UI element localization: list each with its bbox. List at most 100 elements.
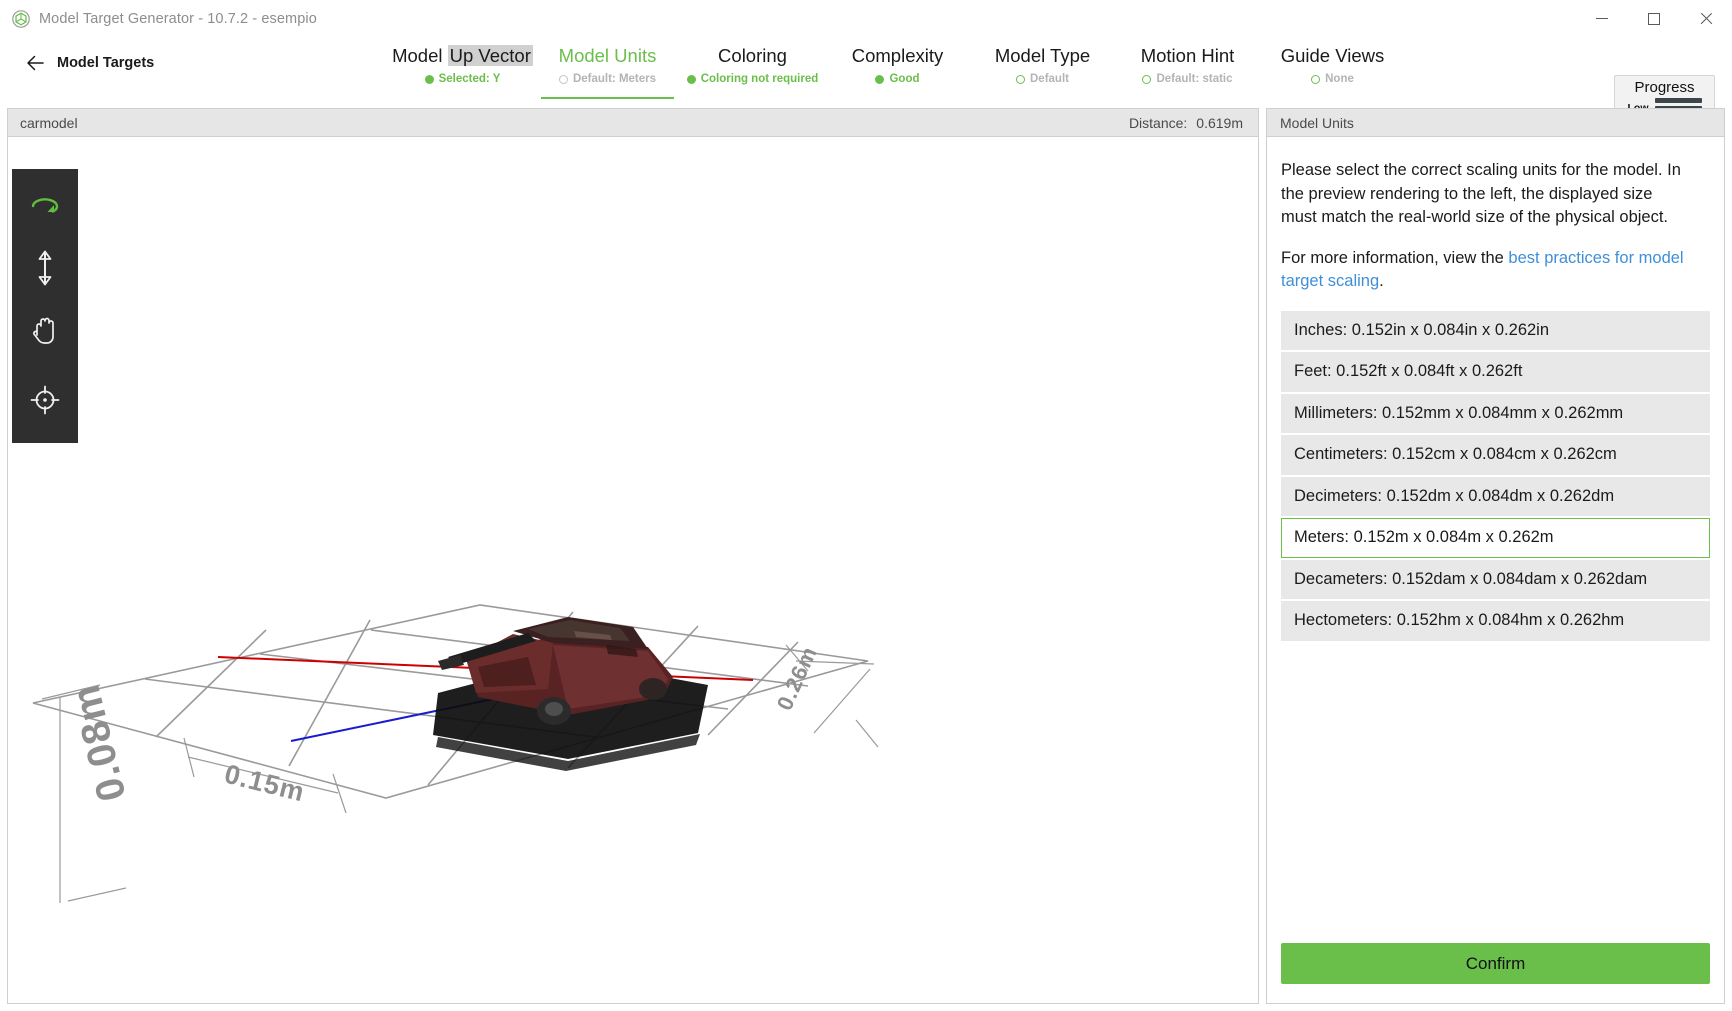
step-motion-hint[interactable]: Motion Hint Default: static [1115,37,1260,99]
viewport-header: carmodel Distance: 0.619m [8,109,1258,137]
step-status-label: Default: Meters [572,73,657,85]
best-practices-link[interactable]: best practices for model [1508,249,1683,267]
model-units-panel: Model Units Please select the correct sc… [1266,108,1725,1004]
progress-bar-1 [1654,98,1702,103]
step-status: Good [825,73,970,85]
close-icon [1699,12,1713,26]
dimension-label-depth: 0.26m [772,642,822,714]
camera-distance-readout: Distance: 0.619m [1129,115,1243,131]
step-status: Default [970,73,1115,85]
step-model-type[interactable]: Model Type Default [970,37,1115,99]
step-title: Model Type [994,45,1091,66]
step-title: Guide Views [1280,45,1385,66]
step-title: Model Up Vector [390,45,535,67]
pan-hand-tool-button[interactable] [12,301,78,363]
unit-option-decimeters[interactable]: Decimeters: 0.152dm x 0.084dm x 0.262dm [1281,476,1710,516]
step-title: Motion Hint [1140,45,1235,66]
side-panel-header: Model Units [1267,109,1724,137]
unit-option-millimeters[interactable]: Millimeters: 0.152mm x 0.084mm x 0.262mm [1281,393,1710,433]
minimize-icon [1596,17,1608,20]
minimize-button[interactable] [1576,0,1628,37]
back-label: Model Targets [57,55,155,71]
step-status: Coloring not required [680,73,825,85]
viewport-canvas[interactable]: 0.08m 0.15m 0.26m [8,137,1258,1003]
step-title: Coloring [718,45,787,66]
side-panel-body: Please select the correct scaling units … [1267,137,1724,943]
unit-option-centimeters[interactable]: Centimeters: 0.152cm x 0.084cm x 0.262cm [1281,435,1710,475]
maximize-button[interactable] [1628,0,1680,37]
car-model-mesh [433,617,708,771]
model-preview-panel: carmodel Distance: 0.619m 0.08m 0.15m 0.… [7,108,1259,1004]
step-guide-views[interactable]: Guide Views None [1260,37,1405,99]
model-name-label: carmodel [20,114,78,131]
back-to-model-targets[interactable]: Model Targets [24,52,154,74]
window-controls [1576,0,1732,37]
unit-option-meters[interactable]: Meters: 0.152m x 0.084m x 0.262m [1281,518,1710,558]
step-list: Model Up Vector Selected: Y Model Units … [390,37,1405,99]
step-coloring[interactable]: Coloring Coloring not required [680,37,825,99]
step-title: Complexity [851,45,944,66]
step-status: Selected: Y [390,73,535,85]
instructions-text: Please select the correct scaling units … [1281,159,1710,230]
status-dot-hollow-icon [1016,74,1025,84]
side-panel-title: Model Units [1280,114,1354,131]
step-status-label: Good [889,73,920,85]
step-status-label: Default [1030,73,1069,85]
crosshair-target-icon [30,385,60,420]
step-title-highlight: Up Vector [447,45,533,66]
app-window: Model Target Generator - 10.7.2 - esempi… [0,0,1732,1011]
unit-option-hectometers[interactable]: Hectometers: 0.152hm x 0.084hm x 0.262hm [1281,601,1710,641]
orbit-rotate-icon [27,194,63,223]
close-button[interactable] [1680,0,1732,37]
unit-options-list: Inches: 0.152in x 0.084in x 0.262in Feet… [1281,310,1710,641]
hand-icon [30,313,60,352]
step-complexity[interactable]: Complexity Good [825,37,970,99]
more-info-text: For more information, view the best prac… [1281,247,1710,294]
distance-label: Distance: [1128,114,1188,131]
step-status: Default: static [1115,73,1260,85]
step-navigation-bar: Model Targets Model Up Vector Selected: … [0,37,1732,128]
instructions-line-3: must match the real-world size of the ph… [1281,208,1669,226]
status-dot-hollow-icon [1142,74,1152,84]
step-title: Model Units [558,45,657,66]
step-status: None [1260,73,1405,85]
instructions-line-1: Please select the correct scaling units … [1281,161,1681,179]
step-status-label: Coloring not required [700,73,819,85]
step-model-units[interactable]: Model Units Default: Meters [535,37,680,99]
progress-title: Progress [1634,79,1695,96]
focus-target-tool-button[interactable] [12,371,78,433]
step-status-label: Default: static [1156,73,1233,85]
unit-option-inches[interactable]: Inches: 0.152in x 0.084in x 0.262in [1281,310,1710,350]
more-info-prefix: For more information, view the [1281,248,1509,267]
step-model-up-vector[interactable]: Model Up Vector Selected: Y [390,37,535,99]
dimension-label-height: 0.08m [63,680,134,806]
model-3d-scene: 0.08m 0.15m 0.26m [32,604,879,903]
cube-icon [12,9,30,28]
step-status-label: Selected: Y [438,73,501,85]
side-panel-footer: Confirm [1267,943,1724,1003]
window-title: Model Target Generator - 10.7.2 - esempi… [39,10,317,27]
up-down-arrow-icon [33,250,57,291]
viewport-tool-group-navigation [12,169,78,371]
status-dot-filled-icon [424,74,434,84]
status-dot-filled-icon [686,74,696,84]
distance-value: 0.619m [1196,114,1243,131]
bottom-strip [0,1005,1732,1011]
unit-option-decameters[interactable]: Decameters: 0.152dam x 0.084dam x 0.262d… [1281,559,1710,599]
zoom-tool-button[interactable] [12,239,78,301]
maximize-icon [1648,12,1660,25]
best-practices-link-cont[interactable]: target scaling [1281,272,1379,290]
status-dot-hollow-icon [558,74,568,84]
viewport-tool-group-focus [12,361,78,443]
confirm-button[interactable]: Confirm [1281,943,1710,984]
unit-option-feet[interactable]: Feet: 0.152ft x 0.084ft x 0.262ft [1281,352,1710,392]
orbit-rotate-tool-button[interactable] [12,177,78,239]
title-bar: Model Target Generator - 10.7.2 - esempi… [0,0,1732,37]
arrow-left-icon [24,52,46,74]
step-status: Default: Meters [535,73,680,85]
step-status-label: None [1325,73,1354,85]
status-dot-hollow-icon [1311,74,1321,84]
step-title-plain: Model [392,45,448,66]
status-dot-filled-icon [875,74,885,84]
instructions-line-2: the preview rendering to the left, the d… [1281,184,1653,203]
